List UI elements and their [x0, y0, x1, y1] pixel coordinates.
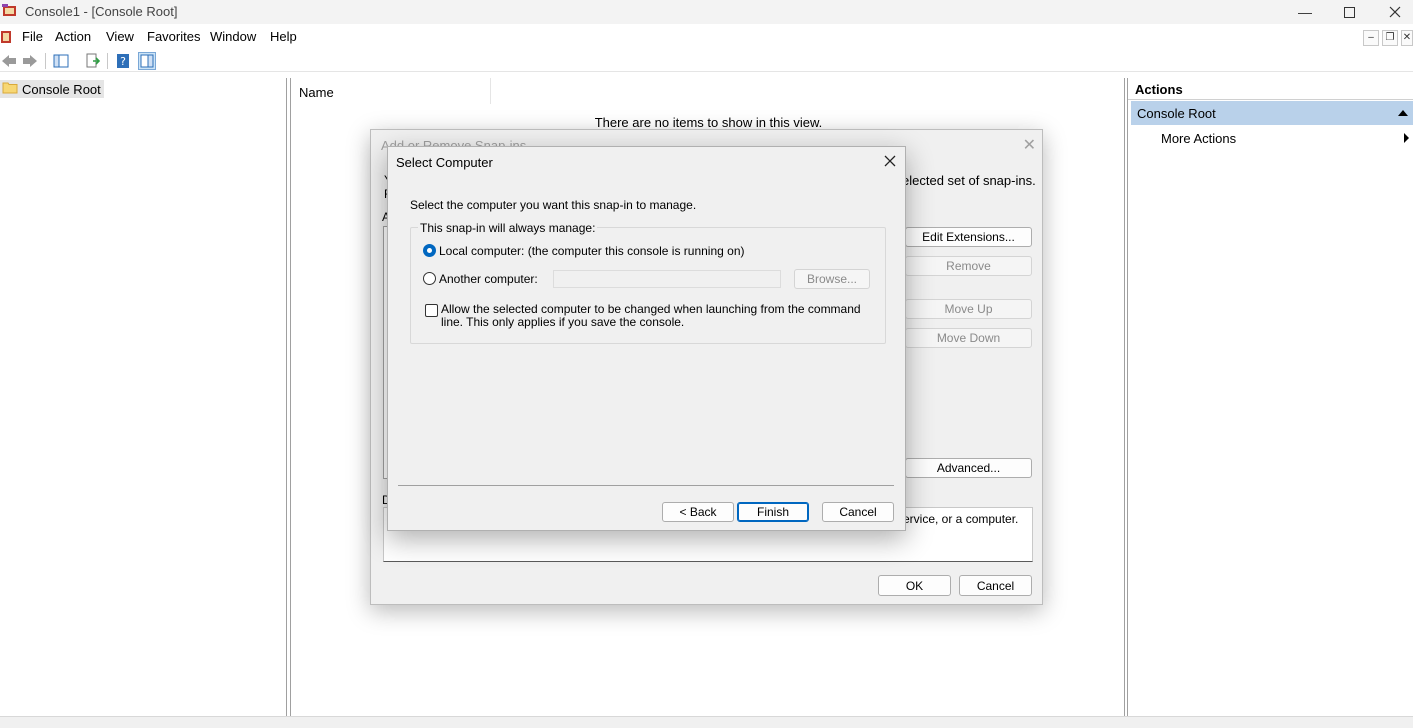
submenu-arrow-icon[interactable] [1404, 133, 1409, 143]
allow-change-label[interactable]: Allow the selected computer to be change… [441, 303, 871, 329]
empty-view-message: There are no items to show in this view. [594, 115, 823, 130]
mmc-app-icon [2, 4, 18, 18]
back-button[interactable]: < Back [662, 502, 734, 522]
another-computer-radio[interactable] [423, 272, 436, 285]
actions-section-label: Console Root [1137, 106, 1216, 121]
show-hide-action-pane-icon[interactable] [138, 52, 156, 70]
dialog-title: Select Computer [396, 155, 493, 170]
edit-extensions-button[interactable]: Edit Extensions... [905, 227, 1032, 247]
toolbar: ? [0, 50, 1413, 72]
actions-title: Actions [1128, 78, 1413, 100]
move-down-button[interactable]: Move Down [905, 328, 1032, 348]
console-tree-pane: Console Root [0, 78, 287, 716]
title-bar: Console1 - [Console Root] — [0, 0, 1413, 24]
advanced-button[interactable]: Advanced... [905, 458, 1032, 478]
tree-item-console-root[interactable]: Console Root [0, 80, 104, 98]
help-icon[interactable]: ? [114, 52, 132, 70]
menu-file[interactable]: File [22, 29, 43, 44]
instruction-text: Select the computer you want this snap-i… [410, 198, 697, 212]
mdi-minimize-icon[interactable]: – [1363, 30, 1379, 46]
mmc-window: Console1 - [Console Root] — File Action … [0, 0, 1413, 728]
close-icon[interactable] [884, 151, 896, 172]
export-list-icon[interactable] [84, 52, 102, 70]
actions-pane: Actions Console Root More Actions [1127, 78, 1413, 716]
svg-text:?: ? [120, 55, 126, 68]
toolbar-separator [107, 53, 108, 69]
browse-button[interactable]: Browse... [794, 269, 870, 289]
menu-help[interactable]: Help [270, 29, 297, 44]
dialog-separator [398, 485, 894, 486]
another-computer-label[interactable]: Another computer: [439, 272, 538, 286]
back-arrow-icon[interactable] [0, 52, 18, 70]
column-header-name[interactable]: Name [291, 78, 491, 104]
computer-name-input[interactable] [553, 270, 781, 288]
show-hide-tree-icon[interactable] [52, 52, 70, 70]
finish-button[interactable]: Finish [737, 502, 809, 522]
ok-button[interactable]: OK [878, 575, 951, 596]
groupbox-label: This snap-in will always manage: [418, 221, 598, 235]
menu-window[interactable]: Window [210, 29, 256, 44]
menu-bar: File Action View Favorites Window Help [0, 26, 1413, 48]
allow-change-checkbox[interactable] [425, 304, 438, 317]
remove-button[interactable]: Remove [905, 256, 1032, 276]
menu-action[interactable]: Action [55, 29, 91, 44]
tree-item-label: Console Root [22, 81, 101, 97]
forward-arrow-icon[interactable] [21, 52, 39, 70]
menu-view[interactable]: View [106, 29, 134, 44]
local-computer-label[interactable]: Local computer: (the computer this conso… [439, 244, 745, 258]
local-computer-radio[interactable] [423, 244, 436, 257]
minimize-icon[interactable]: — [1282, 0, 1328, 24]
status-bar [0, 716, 1413, 728]
mdi-doc-icon[interactable] [0, 29, 12, 48]
cancel-button[interactable]: Cancel [959, 575, 1032, 596]
window-title: Console1 - [Console Root] [25, 4, 178, 19]
folder-icon [2, 81, 18, 97]
more-actions-item[interactable]: More Actions [1161, 131, 1236, 146]
mdi-close-icon[interactable]: ✕ [1401, 30, 1413, 46]
description-text: elected set of snap-ins. [902, 173, 1036, 188]
actions-section-console-root[interactable]: Console Root [1131, 101, 1413, 125]
close-icon[interactable]: ✕ [1023, 135, 1036, 155]
mdi-restore-icon[interactable]: ❐ [1382, 30, 1398, 46]
toolbar-separator [45, 53, 46, 69]
maximize-icon[interactable] [1326, 0, 1372, 24]
cancel-button[interactable]: Cancel [822, 502, 894, 522]
collapse-arrow-icon[interactable] [1398, 110, 1408, 116]
move-up-button[interactable]: Move Up [905, 299, 1032, 319]
menu-favorites[interactable]: Favorites [147, 29, 200, 44]
close-icon[interactable] [1372, 0, 1413, 24]
snapin-description-text: ervice, or a computer. [903, 512, 1019, 526]
select-computer-dialog: Select Computer Select the computer you … [387, 146, 906, 531]
